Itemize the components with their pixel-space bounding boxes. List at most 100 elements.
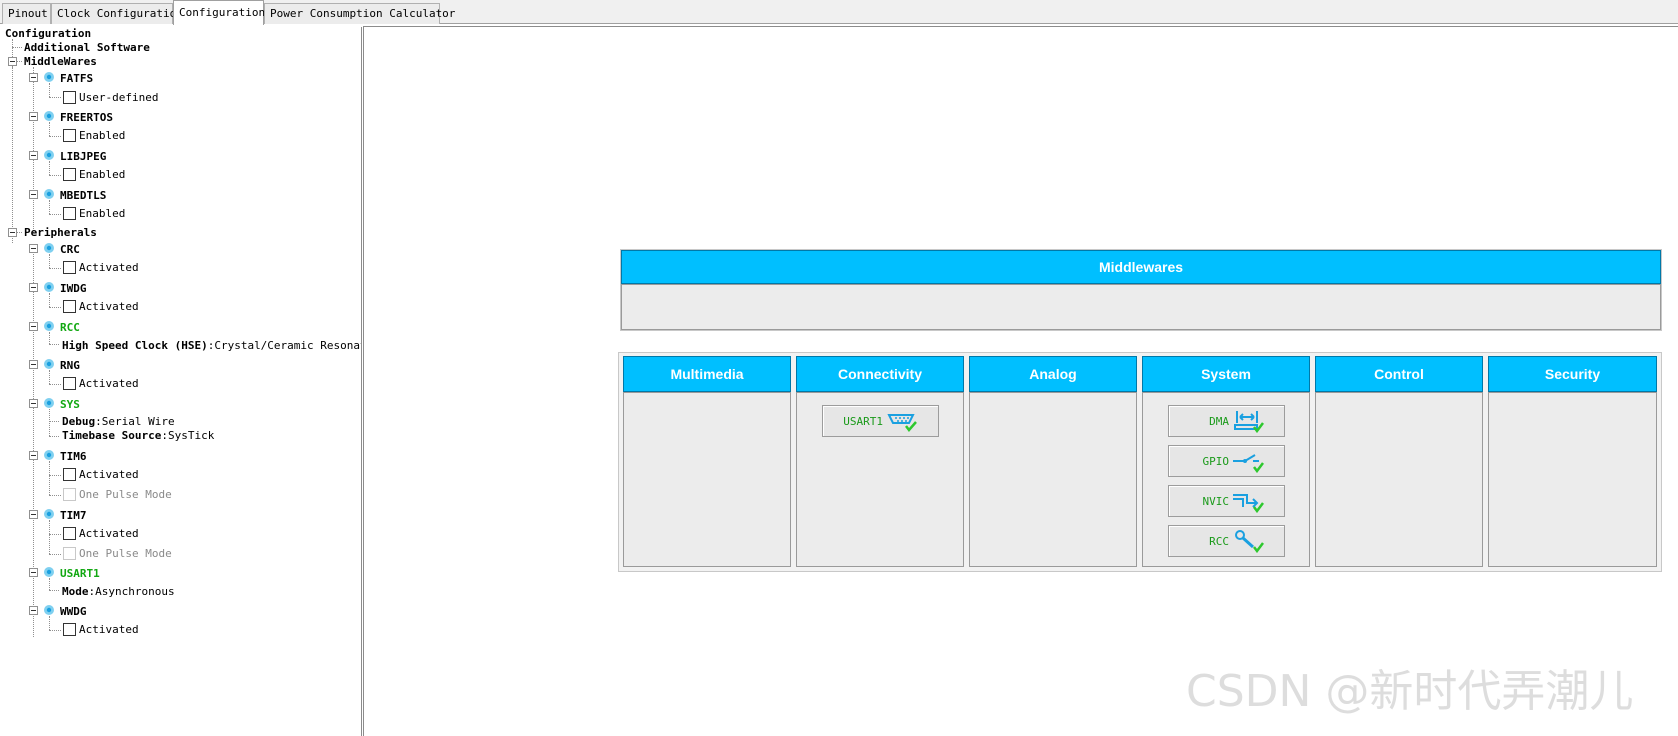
tree-item-crc[interactable]: CRC: [60, 243, 80, 256]
middlewares-header: Middlewares: [621, 250, 1661, 284]
rcc-config-button[interactable]: RCC: [1168, 525, 1285, 557]
tree-item-usart1[interactable]: USART1: [60, 567, 100, 580]
tree-item-libjpeg[interactable]: LIBJPEG: [60, 150, 106, 163]
control-header: Control: [1315, 356, 1483, 392]
tim7-one-pulse-mode-checkbox: [63, 547, 76, 560]
tree-item-mbedtls[interactable]: MBEDTLS: [60, 189, 106, 202]
multimedia-box: [623, 392, 791, 567]
freertos-collapse-toggle[interactable]: [29, 112, 38, 121]
connectivity-header: Connectivity: [796, 356, 964, 392]
tim7-gear-icon: [44, 509, 54, 519]
tim7-activated-checkbox[interactable]: [63, 527, 76, 540]
dma-button-label: DMA: [1209, 415, 1229, 428]
wwdg-collapse-toggle[interactable]: [29, 606, 38, 615]
security-header: Security: [1488, 356, 1657, 392]
usart1-config-button[interactable]: USART1: [822, 405, 939, 437]
wwdg-activated-checkbox[interactable]: [63, 623, 76, 636]
security-box: [1488, 392, 1657, 567]
dma-config-button[interactable]: DMA: [1168, 405, 1285, 437]
libjpeg-enabled-label: Enabled: [79, 168, 126, 181]
analog-header: Analog: [969, 356, 1137, 392]
tree-middlewares[interactable]: MiddleWares: [24, 55, 97, 68]
tab-clock-configuration[interactable]: Clock Configuration: [51, 3, 183, 24]
fatfs-user-defined-checkbox[interactable]: [63, 91, 76, 104]
fatfs-gear-icon: [44, 72, 54, 82]
rng-activated-checkbox[interactable]: [63, 377, 76, 390]
iwdg-collapse-toggle[interactable]: [29, 283, 38, 292]
tim6-activated-checkbox[interactable]: [63, 468, 76, 481]
usart1-button-label: USART1: [843, 415, 883, 428]
crc-activated-checkbox[interactable]: [63, 261, 76, 274]
fatfs-user-defined-label: User-defined: [79, 91, 159, 104]
freertos-enabled-label: Enabled: [79, 129, 126, 142]
analog-box: [969, 392, 1137, 567]
rng-collapse-toggle[interactable]: [29, 360, 38, 369]
mbedtls-gear-icon: [44, 189, 54, 199]
usart1-collapse-toggle[interactable]: [29, 568, 38, 577]
tree-additional-software[interactable]: Additional Software: [24, 41, 150, 54]
fatfs-collapse-toggle[interactable]: [29, 73, 38, 82]
control-box: [1315, 392, 1483, 567]
tim7-activated-label: Activated: [79, 527, 139, 540]
rcc-hse-setting: High Speed Clock (HSE):Crystal/Ceramic R…: [62, 339, 362, 352]
nvic-interrupt-icon: [1233, 494, 1264, 513]
tim6-activated-label: Activated: [79, 468, 139, 481]
rcc-gear-icon: [44, 321, 54, 331]
tree-item-sys[interactable]: SYS: [60, 398, 80, 411]
tree-item-iwdg[interactable]: IWDG: [60, 282, 87, 295]
sys-collapse-toggle[interactable]: [29, 399, 38, 408]
rcc-collapse-toggle[interactable]: [29, 322, 38, 331]
system-header: System: [1142, 356, 1310, 392]
serial-port-icon: [887, 414, 917, 432]
tim6-gear-icon: [44, 450, 54, 460]
libjpeg-collapse-toggle[interactable]: [29, 151, 38, 160]
rng-activated-label: Activated: [79, 377, 139, 390]
gpio-button-label: GPIO: [1202, 455, 1230, 468]
tab-pinout[interactable]: Pinout: [2, 3, 51, 24]
tree-root[interactable]: Configuration: [5, 27, 91, 40]
mbedtls-collapse-toggle[interactable]: [29, 190, 38, 199]
libjpeg-enabled-checkbox[interactable]: [63, 168, 76, 181]
sys-gear-icon: [44, 398, 54, 408]
tim7-one-pulse-mode-label: One Pulse Mode: [79, 547, 172, 560]
tree-item-rcc[interactable]: RCC: [60, 321, 80, 334]
tree-item-rng[interactable]: RNG: [60, 359, 80, 372]
tab-bar: Pinout Clock Configuration Configuration…: [0, 0, 1678, 25]
mbedtls-enabled-checkbox[interactable]: [63, 207, 76, 220]
tab-configuration[interactable]: Configuration: [173, 0, 265, 25]
iwdg-activated-label: Activated: [79, 300, 139, 313]
tree-item-freertos[interactable]: FREERTOS: [60, 111, 113, 124]
nvic-config-button[interactable]: NVIC: [1168, 485, 1285, 517]
tim7-collapse-toggle[interactable]: [29, 510, 38, 519]
rcc-button-label: RCC: [1209, 535, 1229, 548]
tim6-collapse-toggle[interactable]: [29, 451, 38, 460]
gpio-config-button[interactable]: GPIO: [1168, 445, 1285, 477]
peripherals-collapse-toggle[interactable]: [8, 228, 17, 237]
sys-timebase-setting: Timebase Source:SysTick: [62, 429, 215, 442]
tree-item-tim6[interactable]: TIM6: [60, 450, 87, 463]
tree-item-tim7[interactable]: TIM7: [60, 509, 87, 522]
wrench-icon: [1235, 530, 1264, 553]
usart1-mode-setting: Mode:Asynchronous: [62, 585, 175, 598]
tree-item-fatfs[interactable]: FATFS: [60, 72, 93, 85]
tree-item-wwdg[interactable]: WWDG: [60, 605, 87, 618]
iwdg-activated-checkbox[interactable]: [63, 300, 76, 313]
libjpeg-gear-icon: [44, 150, 54, 160]
freertos-gear-icon: [44, 111, 54, 121]
crc-activated-label: Activated: [79, 261, 139, 274]
rng-gear-icon: [44, 359, 54, 369]
dma-icon: [1234, 411, 1264, 433]
multimedia-header: Multimedia: [623, 356, 791, 392]
tab-power-consumption-calculator[interactable]: Power Consumption Calculator: [264, 3, 455, 24]
configuration-tree: Configuration Additional Software Middle…: [2, 27, 362, 736]
tim6-one-pulse-mode-checkbox: [63, 488, 76, 501]
freertos-enabled-checkbox[interactable]: [63, 129, 76, 142]
crc-gear-icon: [44, 243, 54, 253]
iwdg-gear-icon: [44, 282, 54, 292]
crc-collapse-toggle[interactable]: [29, 244, 38, 253]
middlewares-collapse-toggle[interactable]: [8, 57, 17, 66]
wwdg-gear-icon: [44, 605, 54, 615]
middlewares-content: [621, 284, 1661, 330]
nvic-button-label: NVIC: [1202, 495, 1230, 508]
tree-peripherals[interactable]: Peripherals: [24, 226, 97, 239]
